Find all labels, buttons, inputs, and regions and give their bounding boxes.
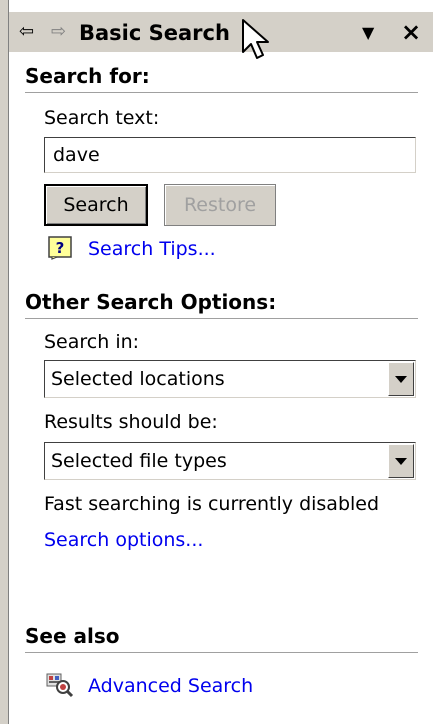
forward-arrow-icon[interactable]: ⇨: [51, 22, 66, 42]
chevron-down-icon: [395, 376, 407, 383]
results-value: Selected file types: [51, 450, 227, 472]
search-in-dropdown-button[interactable]: [388, 362, 414, 396]
advanced-search-link[interactable]: Advanced Search: [88, 674, 253, 698]
mouse-cursor-icon: [242, 19, 269, 59]
search-for-heading: Search for:: [25, 64, 418, 93]
help-icon: ?: [48, 236, 72, 260]
search-in-select[interactable]: Selected locations: [44, 360, 416, 398]
results-dropdown-button[interactable]: [388, 444, 414, 478]
chevron-down-icon: [395, 458, 407, 465]
search-button[interactable]: Search: [44, 184, 148, 226]
search-in-label: Search in:: [44, 331, 140, 353]
search-in-value: Selected locations: [51, 368, 225, 390]
task-pane-titlebar: ⇦ ⇨ Basic Search ▼ ×: [9, 12, 433, 59]
pane-left-edge: [0, 0, 9, 724]
svg-text:?: ?: [56, 239, 65, 257]
search-text-label: Search text:: [44, 107, 160, 129]
back-arrow-icon[interactable]: ⇦: [19, 22, 34, 42]
close-icon[interactable]: ×: [401, 18, 421, 46]
other-search-options-heading: Other Search Options:: [25, 290, 418, 319]
search-options-link[interactable]: Search options...: [44, 528, 203, 552]
task-pane-title: Basic Search: [79, 21, 230, 45]
results-select[interactable]: Selected file types: [44, 442, 416, 480]
basic-search-task-pane: ⇦ ⇨ Basic Search ▼ × Search for: Search …: [0, 0, 433, 724]
restore-button[interactable]: Restore: [164, 184, 276, 226]
advanced-search-icon: [46, 673, 74, 698]
search-tips-link[interactable]: Search Tips...: [88, 237, 216, 261]
see-also-heading: See also: [25, 624, 418, 653]
fast-search-status: Fast searching is currently disabled: [44, 493, 380, 515]
search-text-input[interactable]: [44, 137, 416, 173]
results-label: Results should be:: [44, 411, 218, 433]
chevron-down-icon[interactable]: ▼: [362, 23, 374, 42]
